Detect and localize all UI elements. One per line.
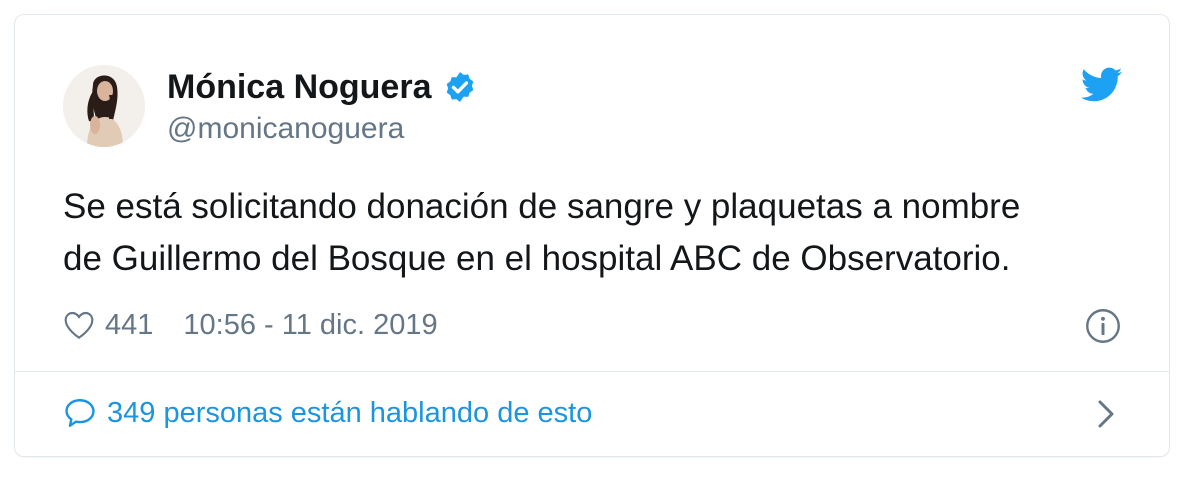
tweet-meta: 441 10:56 - 11 dic. 2019: [63, 305, 438, 345]
tweet-text-line-1: Se está solicitando donación de sangre y…: [63, 187, 1021, 226]
tweet-text: Se está solicitando donación de sangre y…: [63, 181, 1123, 285]
avatar-photo: [63, 65, 145, 147]
twitter-bird-icon[interactable]: [1081, 67, 1123, 103]
avatar[interactable]: [63, 65, 145, 147]
conversation-link[interactable]: 349 personas están hablando de esto: [63, 393, 592, 433]
author-handle[interactable]: @monicanoguera: [167, 111, 404, 147]
divider: [15, 371, 1169, 372]
tweet-text-line-2: de Guillermo del Bosque en el hospital A…: [63, 239, 1011, 278]
tweet-card: Mónica Noguera @monicanoguera Se está so…: [14, 14, 1170, 457]
chevron-right-icon[interactable]: [1095, 399, 1117, 429]
info-icon[interactable]: [1085, 308, 1121, 344]
tweet-timestamp[interactable]: 10:56 - 11 dic. 2019: [183, 309, 437, 342]
author-name[interactable]: Mónica Noguera: [167, 67, 431, 107]
like-count[interactable]: 441: [105, 309, 153, 342]
conversation-label[interactable]: 349 personas están hablando de esto: [107, 397, 592, 430]
verified-badge-icon: [447, 72, 474, 102]
author-name-row[interactable]: Mónica Noguera: [167, 67, 477, 107]
heart-icon[interactable]: [63, 310, 95, 340]
speech-bubble-icon: [65, 399, 95, 427]
